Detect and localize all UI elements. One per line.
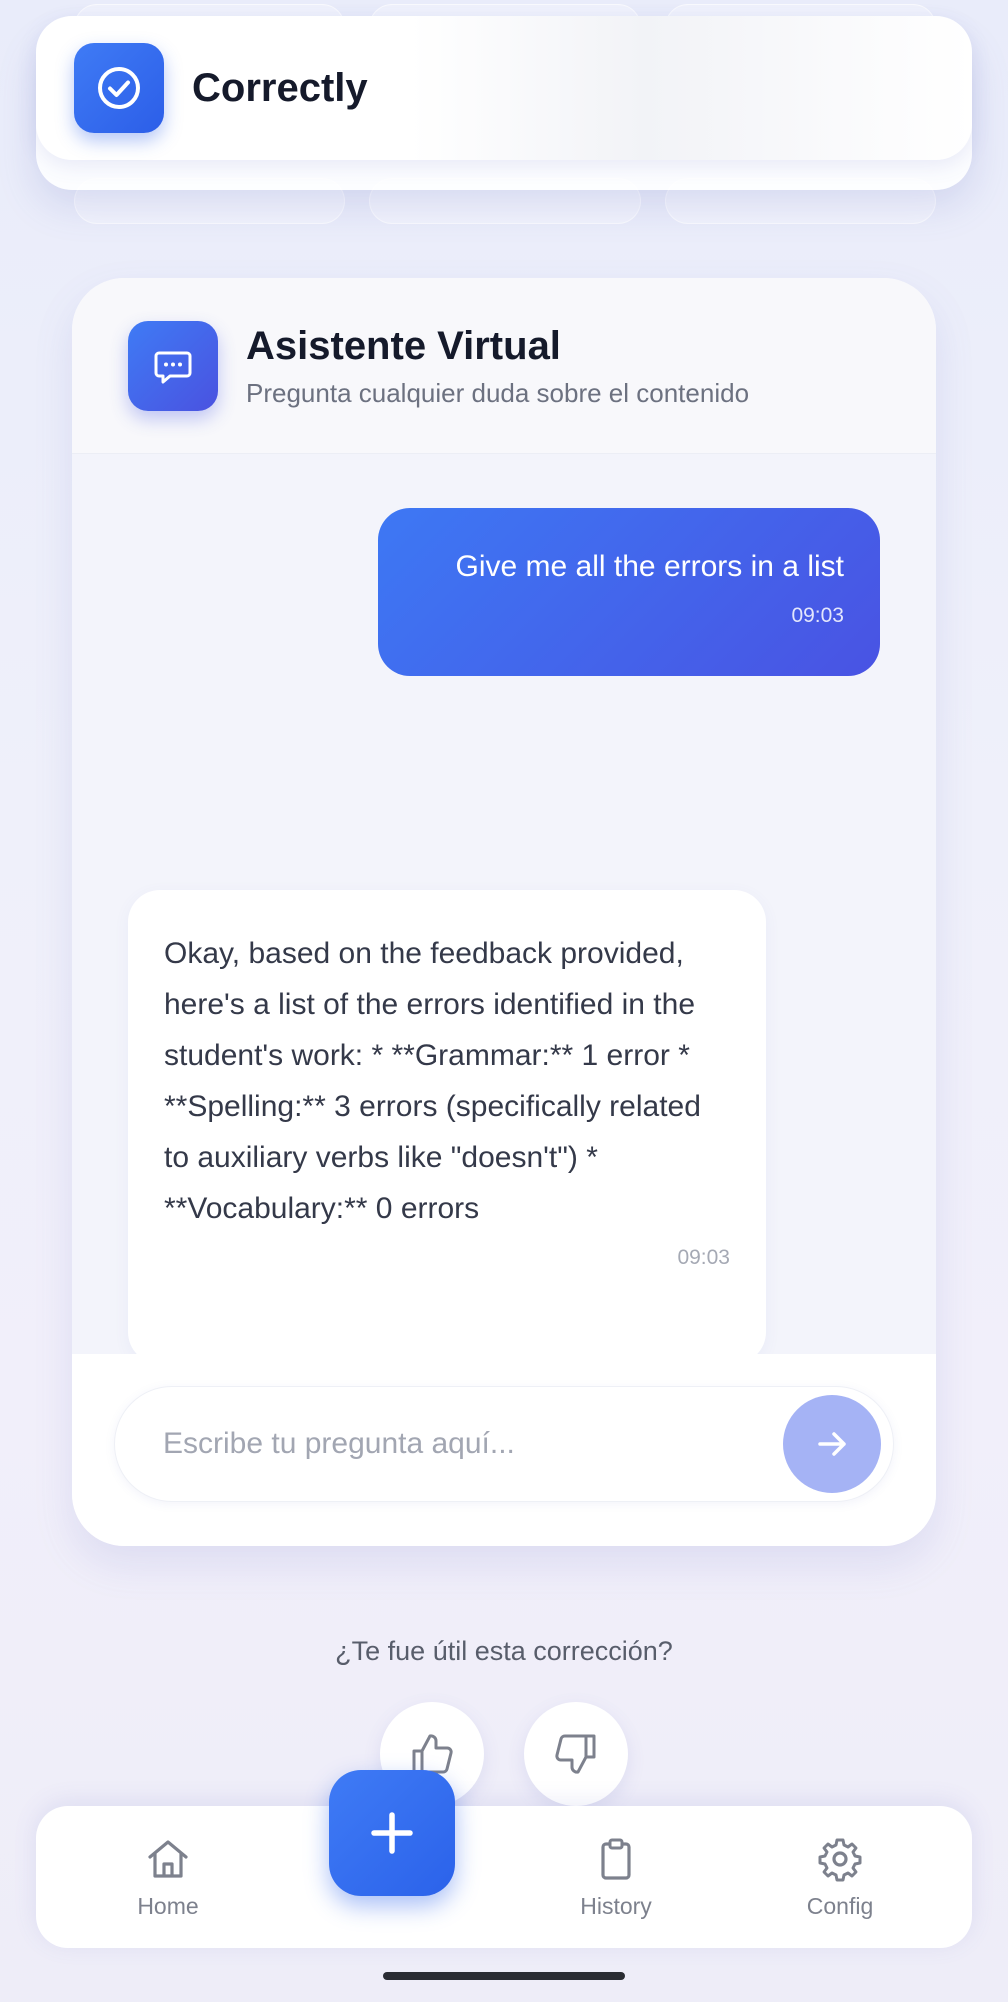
message-list[interactable]: Give me all the errors in a list 09:03 O… — [72, 454, 936, 1364]
nav-config[interactable]: Config — [765, 1806, 915, 1948]
add-correction-button[interactable] — [329, 1770, 455, 1896]
chat-header: Asistente Virtual Pregunta cualquier dud… — [72, 278, 936, 454]
nav-config-label: Config — [806, 1892, 874, 1919]
nav-home-label: Home — [137, 1892, 199, 1919]
chat-input-container — [114, 1386, 894, 1502]
chat-input-area — [72, 1354, 936, 1546]
chat-subtitle: Pregunta cualquier duda sobre el conteni… — [246, 378, 750, 408]
home-indicator — [383, 1972, 625, 1980]
user-message: Give me all the errors in a list 09:03 — [378, 508, 880, 676]
chat-bubble-icon — [128, 320, 218, 411]
thumbs-down-button[interactable] — [524, 1702, 628, 1806]
send-button[interactable] — [783, 1395, 881, 1493]
nav-history-label: History — [580, 1892, 652, 1919]
home-icon — [148, 1839, 188, 1878]
feedback-question: ¿Te fue útil esta corrección? — [335, 1636, 673, 1666]
question-input[interactable] — [163, 1387, 743, 1501]
nav-home[interactable]: Home — [93, 1806, 243, 1948]
app-header: Correctly — [36, 16, 972, 160]
app-title: Correctly — [192, 65, 368, 110]
message-time: 09:03 — [677, 1246, 730, 1269]
thumbs-down-icon — [555, 1734, 596, 1774]
nav-history[interactable]: History — [541, 1806, 691, 1948]
clipboard-icon — [601, 1838, 631, 1880]
check-circle-icon — [74, 43, 164, 133]
bottom-navigation: Home History Config — [36, 1806, 972, 1948]
plus-icon — [371, 1812, 413, 1854]
message-time: 09:03 — [791, 604, 844, 627]
message-text: Give me all the errors in a list — [455, 550, 844, 583]
chat-card: Asistente Virtual Pregunta cualquier dud… — [72, 278, 936, 1546]
chat-title: Asistente Virtual — [246, 324, 561, 368]
assistant-message: Okay, based on the feedback provided, he… — [128, 890, 766, 1364]
message-text: Okay, based on the feedback provided, he… — [164, 937, 701, 1225]
arrow-right-icon — [818, 1432, 846, 1456]
gear-icon — [818, 1838, 862, 1881]
